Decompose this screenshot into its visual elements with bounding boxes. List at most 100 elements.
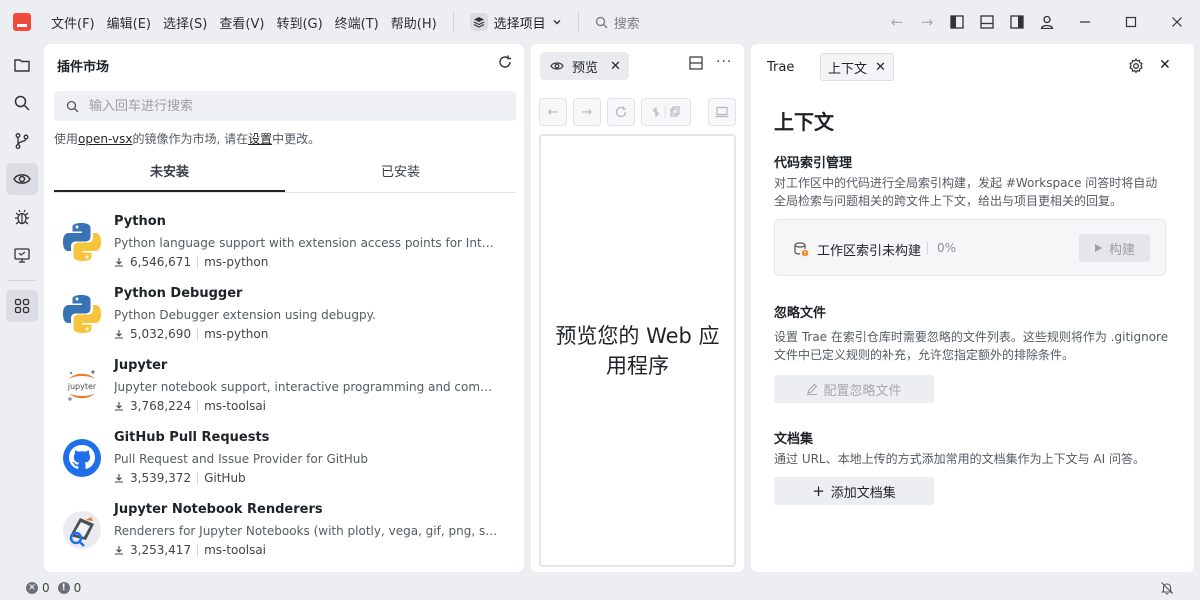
add-docs-button[interactable]: + 添加文档集	[774, 477, 934, 505]
open-vsx-link[interactable]: open-vsx	[78, 132, 132, 146]
eye-link-icon	[13, 174, 31, 184]
eye-link-icon	[550, 62, 564, 70]
split-layout-icon[interactable]	[689, 56, 703, 74]
inspect-button[interactable]	[641, 98, 691, 126]
index-status-label: 工作区索引未构建	[817, 244, 922, 259]
jupyter-renderers-logo-icon	[63, 511, 101, 549]
error-count[interactable]: 0	[42, 581, 50, 595]
meta-divider	[197, 400, 199, 412]
python-logo-icon	[63, 223, 101, 261]
toggle-panel-icon[interactable]	[972, 7, 1002, 37]
list-item[interactable]: GitHub Pull Requests Pull Request and Is…	[54, 422, 516, 494]
reload-button[interactable]	[607, 98, 635, 126]
settings-link[interactable]: 设置	[248, 132, 272, 146]
extension-meta: 5,032,690 ms-python	[114, 327, 268, 341]
menu-help[interactable]: 帮助(H)	[385, 9, 443, 36]
publisher: ms-toolsai	[204, 543, 267, 557]
tab-not-installed[interactable]: 未安装	[54, 156, 285, 192]
database-warning-icon	[794, 242, 809, 257]
download-icon	[115, 546, 123, 555]
debug-button[interactable]	[6, 201, 38, 233]
laptop-icon	[715, 106, 729, 118]
command-search[interactable]: 搜索	[589, 9, 646, 36]
extension-name: GitHub Pull Requests	[114, 430, 270, 445]
tab-installed[interactable]: 已安装	[285, 156, 516, 192]
menu-edit[interactable]: 编辑(E)	[101, 9, 157, 36]
add-docs-label: 添加文档集	[830, 485, 896, 501]
extension-name: Python Debugger	[114, 286, 243, 301]
extension-search-input[interactable]	[89, 98, 489, 114]
account-icon[interactable]	[1032, 7, 1062, 37]
mirror-note: 使用open-vsx的镜像作为市场, 请在设置中更改。	[54, 130, 320, 147]
search-icon	[66, 100, 79, 112]
page-title: 上下文	[774, 110, 834, 134]
list-item[interactable]: Jupyter Notebook Renderers Renderers for…	[54, 494, 516, 566]
explorer-button[interactable]	[6, 49, 38, 81]
menu-view[interactable]: 查看(V)	[213, 9, 270, 36]
extension-description: Pull Request and Issue Provider for GitH…	[114, 452, 369, 466]
download-count: 6,546,671	[130, 255, 192, 269]
close-icon[interactable]: ✕	[610, 59, 621, 74]
extension-description: Renderers for Jupyter Notebooks (with pl…	[114, 524, 499, 538]
project-select[interactable]: 选择项目	[464, 9, 568, 36]
play-icon	[1094, 244, 1102, 252]
edit-icon	[807, 383, 818, 395]
mirror-note-prefix: 使用	[54, 132, 79, 146]
publisher: ms-python	[204, 255, 269, 269]
minimize-button[interactable]	[1062, 0, 1108, 44]
configure-ignore-label: 配置忽略文件	[823, 383, 902, 399]
title-bar: 文件(F) 编辑(E) 选择(S) 查看(V) 转到(G) 终端(T) 帮助(H…	[0, 0, 1200, 44]
list-item[interactable]: Python Debugger Python Debugger extensio…	[54, 278, 516, 350]
back-button[interactable]: ←	[539, 98, 567, 126]
error-icon[interactable]: ✕	[26, 582, 38, 594]
close-window-button[interactable]	[1154, 0, 1200, 44]
open-external-button[interactable]	[708, 98, 736, 126]
menu-file[interactable]: 文件(F)	[45, 9, 101, 36]
extension-name: Jupyter Notebook Renderers	[114, 502, 323, 517]
menu-terminal[interactable]: 终端(T)	[329, 9, 385, 36]
forward-button[interactable]: →	[573, 98, 601, 126]
notifications-off-icon[interactable]	[1160, 581, 1174, 595]
download-icon	[115, 330, 123, 339]
meta-divider	[197, 256, 199, 268]
close-panel-icon[interactable]: ✕	[1159, 57, 1171, 73]
meta-divider	[197, 544, 199, 556]
toggle-primary-sidebar-icon[interactable]	[942, 7, 972, 37]
meta-divider	[197, 472, 199, 484]
arrow-right-icon[interactable]: →	[912, 7, 942, 37]
project-select-label: 选择项目	[493, 16, 546, 32]
extensions-button[interactable]	[6, 290, 38, 322]
menu-selection[interactable]: 选择(S)	[157, 9, 213, 36]
search-view-button[interactable]	[6, 87, 38, 119]
remote-explorer-button[interactable]	[6, 163, 38, 195]
warning-icon[interactable]: !	[57, 582, 70, 594]
publisher: ms-toolsai	[204, 399, 267, 413]
tab-trae[interactable]: Trae	[767, 60, 794, 75]
git-branch-icon	[15, 133, 29, 149]
search-icon	[14, 95, 30, 111]
docs-section-title: 文档集	[774, 432, 814, 447]
remote-button[interactable]	[6, 239, 38, 271]
menu-goto[interactable]: 转到(G)	[270, 9, 328, 36]
close-icon[interactable]: ✕	[875, 60, 886, 75]
build-index-button[interactable]: 构建	[1079, 234, 1150, 262]
arrow-left-icon[interactable]: ←	[882, 7, 912, 37]
mirror-note-middle: 的镜像作为市场, 请在	[132, 132, 249, 146]
list-item[interactable]: Python Python language support with exte…	[54, 206, 516, 278]
preview-toolbar: ← →	[539, 98, 736, 126]
toggle-secondary-sidebar-icon[interactable]	[1002, 7, 1032, 37]
extension-meta: 3,539,372 GitHub	[114, 471, 246, 485]
refresh-icon[interactable]	[498, 54, 512, 73]
gear-icon[interactable]	[1128, 58, 1144, 78]
tab-preview[interactable]: 预览 ✕	[540, 52, 629, 80]
source-control-button[interactable]	[6, 125, 38, 157]
publisher: GitHub	[204, 471, 246, 485]
more-icon[interactable]: ···	[716, 54, 732, 70]
maximize-button[interactable]	[1108, 0, 1154, 44]
menu-bar: 文件(F) 编辑(E) 选择(S) 查看(V) 转到(G) 终端(T) 帮助(H…	[45, 9, 443, 36]
warning-count[interactable]: 0	[74, 581, 82, 595]
configure-ignore-button[interactable]: 配置忽略文件	[774, 375, 934, 403]
list-item[interactable]: jupyter Jupyter Jupyter notebook support…	[54, 350, 516, 422]
tab-context[interactable]: 上下文 ✕	[820, 53, 894, 81]
title-controls: ← →	[882, 0, 1200, 44]
